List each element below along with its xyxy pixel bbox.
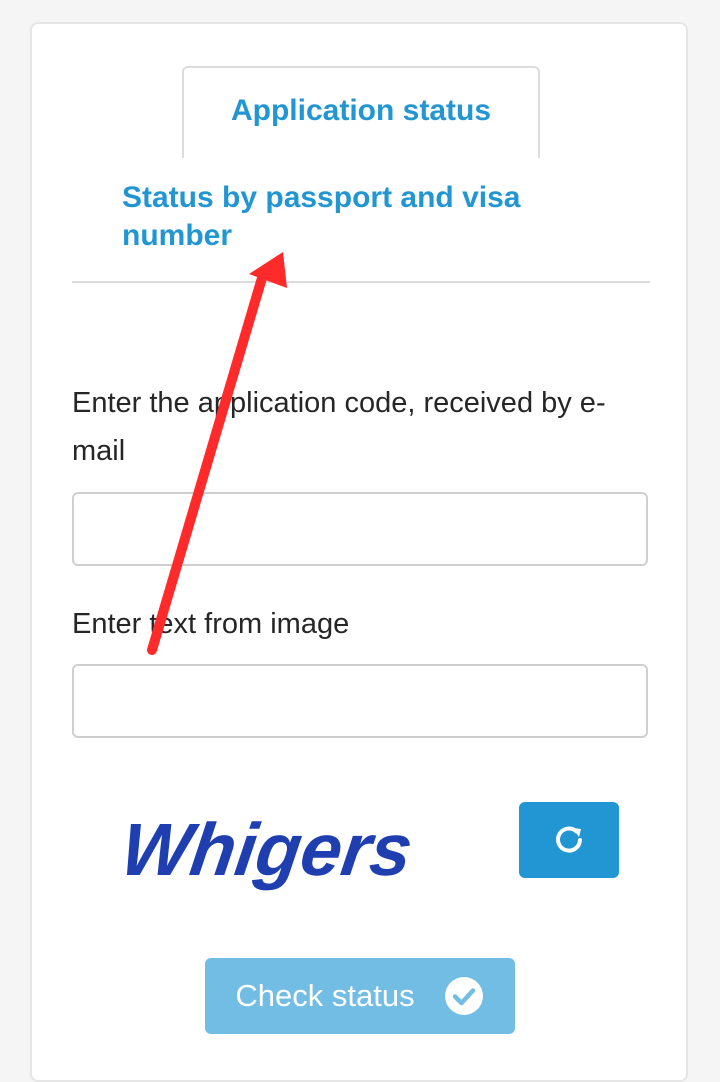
check-status-button[interactable]: Check status	[205, 958, 515, 1034]
refresh-icon	[556, 826, 582, 853]
tab-application-status[interactable]: Application status	[182, 66, 540, 158]
check-circle-icon	[444, 977, 483, 1015]
refresh-captcha-button[interactable]	[519, 802, 619, 878]
status-card: Application status Status by passport an…	[30, 22, 688, 1082]
application-code-input[interactable]	[72, 492, 648, 566]
captcha-image: Whigers	[127, 809, 418, 891]
tab-status-by-passport[interactable]: Status by passport and visa number	[122, 179, 562, 255]
application-code-label: Enter the application code, received by …	[72, 387, 606, 467]
tab-divider	[72, 281, 650, 283]
captcha-label: Enter text from image	[72, 608, 350, 640]
check-status-label: Check status	[235, 978, 415, 1013]
captcha-input[interactable]	[72, 664, 648, 738]
captcha-text: Whigers	[127, 809, 418, 891]
